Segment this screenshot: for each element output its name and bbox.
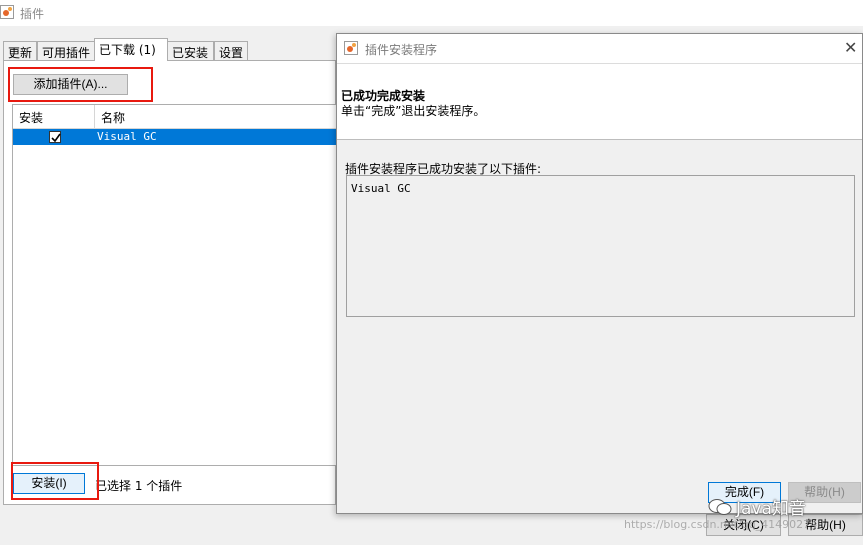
dialog-title: 插件安装程序 xyxy=(365,43,438,57)
tab-label: 可用插件 xyxy=(42,46,91,60)
install-button[interactable]: 安装(I) xyxy=(13,473,85,494)
window-title: 插件 xyxy=(20,7,45,21)
installed-plugins-list: Visual GC xyxy=(346,175,855,317)
header-subtitle: 单击“完成”退出安装程序。 xyxy=(341,104,486,118)
column-header-install[interactable]: 安装 xyxy=(13,105,95,129)
list-item: Visual GC xyxy=(351,182,411,195)
title-bar: 插件 xyxy=(0,0,863,26)
tab-label: 设置 xyxy=(219,46,244,60)
column-header-name[interactable]: 名称 xyxy=(95,105,336,129)
tab-label: 已下载 (1) xyxy=(99,43,156,57)
checkbox-checked-icon xyxy=(51,133,61,143)
plugin-installer-dialog: 插件安装程序 ✕ 已成功完成安装 单击“完成”退出安装程序。 插件安装程序已成功… xyxy=(336,33,863,514)
finish-button[interactable]: 完成(F) xyxy=(708,482,781,503)
selected-count-status: 已选择 1 个插件 xyxy=(95,479,183,493)
dialog-header: 已成功完成安装 单击“完成”退出安装程序。 xyxy=(337,63,862,140)
app-icon xyxy=(0,5,14,19)
close-icon[interactable]: ✕ xyxy=(844,38,862,58)
install-checkbox[interactable] xyxy=(49,131,61,143)
app-icon xyxy=(344,41,358,55)
tab-installed[interactable]: 已安装 xyxy=(167,41,214,60)
plugin-name-cell: Visual GC xyxy=(97,130,157,143)
tab-updates[interactable]: 更新 xyxy=(3,41,37,60)
tab-settings[interactable]: 设置 xyxy=(214,41,248,60)
tab-available-plugins[interactable]: 可用插件 xyxy=(37,41,95,60)
plugin-table: 安装 名称 Visual GC xyxy=(12,104,337,466)
tab-label: 更新 xyxy=(8,46,33,60)
dialog-help-button[interactable]: 帮助(H) xyxy=(788,482,861,503)
close-button[interactable]: 关闭(C) xyxy=(706,514,781,536)
table-row[interactable]: Visual GC xyxy=(13,129,336,145)
help-button[interactable]: 帮助(H) xyxy=(788,514,863,536)
dialog-title-bar: 插件安装程序 ✕ xyxy=(337,34,862,63)
tab-downloaded[interactable]: 已下载 (1) xyxy=(94,38,168,61)
tab-label: 已安装 xyxy=(172,46,209,60)
add-plugin-button[interactable]: 添加插件(A)... xyxy=(13,74,128,95)
